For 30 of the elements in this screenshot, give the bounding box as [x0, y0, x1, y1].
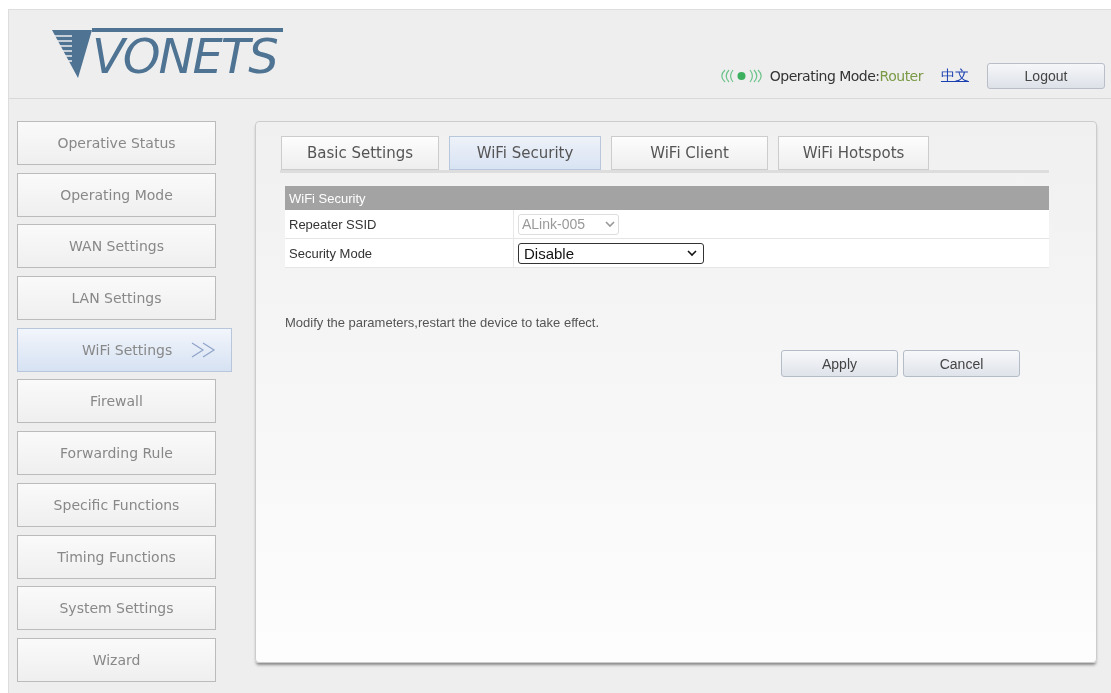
sidebar-item[interactable]: Operating Mode	[17, 172, 216, 217]
tab[interactable]: Basic Settings	[281, 136, 439, 170]
operating-mode-text: Operating Mode:Router	[769, 68, 923, 84]
sidebar-item[interactable]: Operative Status	[17, 121, 216, 165]
sidebar-item[interactable]: Firewall	[17, 379, 216, 424]
caret-icon	[687, 249, 697, 257]
logo-icon	[52, 28, 92, 80]
action-button[interactable]: Apply	[781, 350, 898, 377]
sidebar-item[interactable]: LAN Settings	[17, 276, 216, 321]
sidebar-item[interactable]: System Settings	[17, 586, 216, 631]
note-text: Modify the parameters,restart the device to take effect.	[285, 315, 601, 330]
tab[interactable]: WiFi Security	[449, 136, 601, 170]
action-button[interactable]: Cancel	[903, 350, 1020, 377]
sidebar-item[interactable]: Specific Functions	[17, 482, 216, 527]
sidebar-item[interactable]: Forwarding Rule	[17, 431, 216, 476]
dropdown[interactable]: Disable	[518, 242, 704, 264]
sidebar-item[interactable]: Timing Functions	[17, 534, 216, 579]
field-label: Repeater SSID	[285, 210, 514, 238]
signal-icon	[718, 69, 764, 83]
tab[interactable]: WiFi Client	[611, 136, 768, 170]
section-header: WiFi Security	[285, 186, 1049, 210]
tab[interactable]: WiFi Hotspots	[778, 136, 929, 170]
logo-text: VONETS	[92, 28, 283, 80]
sidebar-item[interactable]: Wizard	[17, 637, 216, 682]
sidebar-item[interactable]: WiFi Settings	[17, 327, 232, 372]
field-label: Security Mode	[285, 239, 514, 267]
caret-icon	[605, 220, 615, 228]
sidebar-item[interactable]: WAN Settings	[17, 224, 216, 269]
logout-button[interactable]: Logout	[987, 63, 1105, 89]
language-link[interactable]: 中文	[941, 67, 969, 85]
